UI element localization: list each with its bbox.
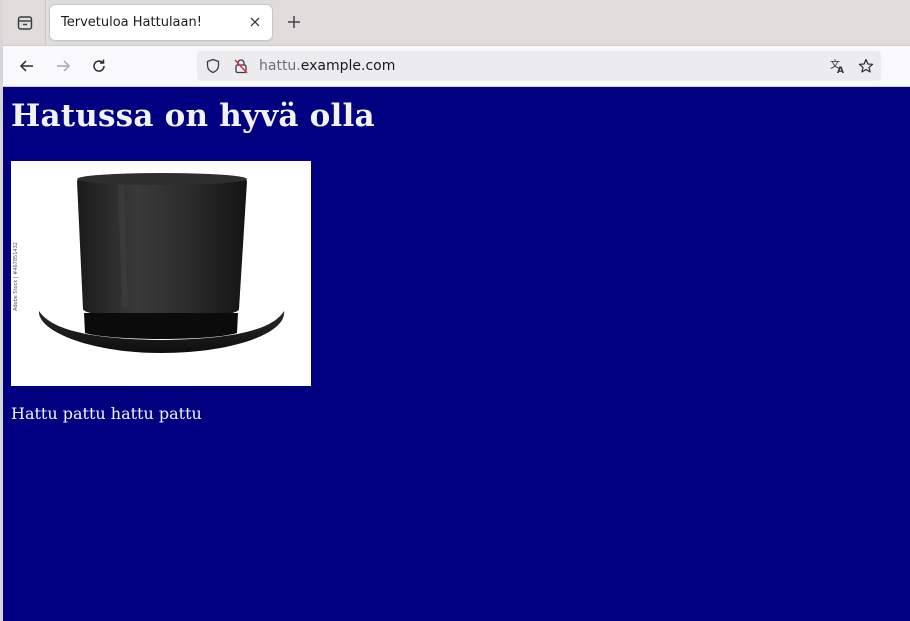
plus-icon[interactable] — [282, 10, 306, 34]
tab-active[interactable]: Tervetuloa Hattulaan! — [50, 5, 272, 40]
tab-separator — [45, 0, 46, 45]
top-hat-icon — [38, 173, 285, 353]
top-hat-image: Adobe Stock | #467851432 — [11, 161, 311, 386]
svg-text:A: A — [837, 66, 844, 75]
tab-list-icon[interactable] — [11, 9, 39, 37]
insecure-lock-icon[interactable] — [232, 57, 250, 75]
url-subdomain: hattu. — [259, 58, 301, 74]
forward-arrow-icon[interactable] — [50, 53, 76, 79]
image-watermark: Adobe Stock | #467851432 — [13, 242, 19, 311]
tab-title: Tervetuloa Hattulaan! — [61, 15, 202, 30]
star-icon[interactable] — [857, 57, 875, 75]
page-caption: Hattu pattu hattu pattu — [11, 404, 202, 423]
translate-icon[interactable]: 文 A — [829, 57, 847, 75]
tab-strip: Tervetuloa Hattulaan! — [3, 0, 910, 46]
url-text[interactable]: hattu.example.com — [259, 58, 395, 74]
close-icon[interactable] — [246, 13, 264, 31]
back-arrow-icon[interactable] — [14, 53, 40, 79]
tracking-shield-icon[interactable] — [204, 57, 222, 75]
page-content: Hatussa on hyvä olla Adobe Stock | #4678… — [3, 87, 910, 621]
url-domain: example.com — [300, 58, 396, 74]
page-heading: Hatussa on hyvä olla — [11, 98, 375, 134]
reload-icon[interactable] — [86, 53, 112, 79]
url-bar[interactable]: hattu.example.com 文 A — [197, 51, 881, 81]
navigation-toolbar: hattu.example.com 文 A — [3, 46, 910, 87]
